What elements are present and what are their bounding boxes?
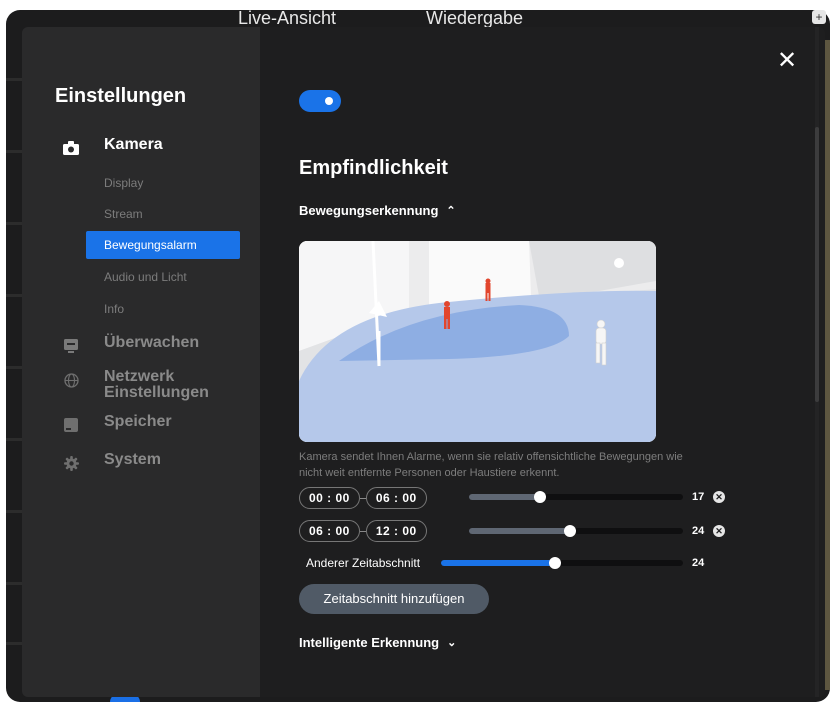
chevron-down-icon: ⌄ [447,637,457,649]
subitem-stream[interactable]: Stream [104,207,143,221]
subitem-motion-alarm[interactable]: Bewegungsalarm [86,231,240,259]
close-button[interactable]: ✕ [775,49,799,73]
slider-fill [441,560,555,566]
settings-content: ✕ Empfindlichkeit Bewegungserkennung ⌃ K… [260,27,825,697]
remove-schedule-icon[interactable]: ✕ [713,525,725,537]
sidebar-item-system[interactable]: System [62,452,161,472]
gear-icon [62,454,80,472]
time-separator [359,497,366,499]
slider-thumb[interactable] [563,525,576,537]
add-corner-icon[interactable]: + [812,10,826,24]
sidebar-item-storage[interactable]: Speicher [62,414,172,434]
settings-sidebar: Einstellungen Kamera Display Stream Bewe… [22,27,260,697]
other-period-label: Anderer Zeitabschnitt [306,556,421,570]
slider-thumb[interactable] [548,557,561,569]
slider-fill [469,494,540,500]
sidebar-item-label: System [104,451,161,468]
add-period-button[interactable]: Zeitabschnitt hinzufügen [299,584,489,614]
chevron-up-icon: ⌃ [446,205,456,217]
motion-description: Kamera sendet Ihnen Alarme, wenn sie rel… [299,451,683,479]
sidebar-title: Einstellungen [55,85,187,107]
settings-dialog: Einstellungen Kamera Display Stream Bewe… [22,27,825,697]
sidebar-item-monitor[interactable]: Überwachen [62,335,199,355]
globe-icon [62,371,80,389]
sidebar-item-label: Kamera [104,136,163,153]
slider-fill [469,528,570,534]
motion-detection-header[interactable]: Bewegungserkennung ⌃ [299,203,456,218]
schedule-row: 06 : 00 12 : 00 [299,519,427,543]
subitem-audio-light[interactable]: Audio und Licht [104,270,187,284]
schedule-row: 00 : 00 06 : 00 [299,486,427,510]
motion-alarm-toggle[interactable] [299,90,341,112]
sidebar-item-label: Überwachen [104,334,200,351]
schedule-end-time[interactable]: 12 : 00 [365,520,427,542]
smart-detection-header[interactable]: Intelligente Erkennung ⌄ [299,635,456,650]
schedule-start-time[interactable]: 06 : 00 [299,520,360,542]
other-period-slider[interactable] [441,557,683,569]
scrollbar-thumb[interactable] [815,127,819,402]
toggle-knob [325,97,333,105]
sidebar-item-camera[interactable]: Kamera [62,137,163,157]
subitem-display[interactable]: Display [104,176,143,190]
slider-thumb[interactable] [533,491,546,503]
smart-detection-label: Intelligente Erkennung [299,635,440,650]
storage-icon [62,416,80,434]
sensitivity-title: Empfindlichkeit [299,157,448,179]
motion-preview-image [299,241,656,442]
sensitivity-value: 24 [692,525,705,537]
schedule-start-time[interactable]: 00 : 00 [299,487,360,509]
camera-icon [62,139,80,157]
sidebar-item-network[interactable]: Netzwerk Einstellungen [62,369,224,401]
sensitivity-value: 17 [692,491,705,503]
motion-detection-label: Bewegungserkennung [299,203,439,218]
sensitivity-slider[interactable] [469,491,683,503]
sidebar-item-label: Speicher [104,413,172,430]
sensitivity-slider[interactable] [469,525,683,537]
subitem-info[interactable]: Info [104,302,124,316]
remove-schedule-icon[interactable]: ✕ [713,491,725,503]
monitor-icon [62,337,80,355]
other-period-value: 24 [692,557,705,569]
schedule-end-time[interactable]: 06 : 00 [365,487,427,509]
time-separator [359,530,366,532]
sidebar-item-label: Netzwerk Einstellungen [104,368,209,401]
